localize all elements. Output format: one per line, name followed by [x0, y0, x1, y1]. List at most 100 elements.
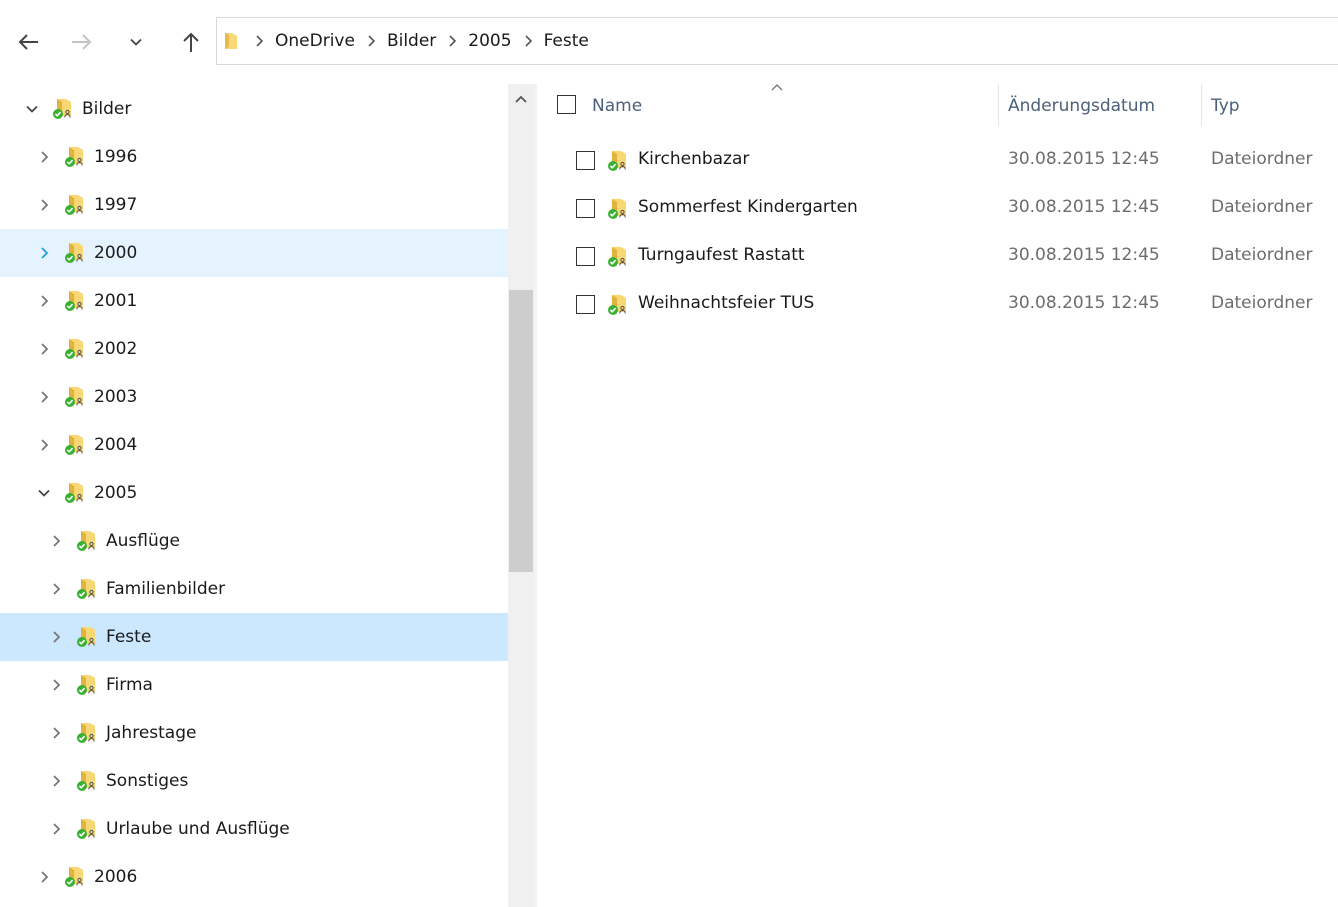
chevron-right-icon[interactable]: [253, 35, 265, 47]
chevron-right-icon[interactable]: [48, 773, 64, 789]
breadcrumb-2005[interactable]: 2005: [468, 31, 511, 51]
onedrive-shared-folder-icon: [76, 818, 98, 840]
onedrive-shared-folder-icon: [76, 578, 98, 600]
nav-item-1996[interactable]: 1996: [0, 133, 508, 181]
nav-item-2003[interactable]: 2003: [0, 373, 508, 421]
forward-button[interactable]: [67, 27, 97, 57]
chevron-right-icon[interactable]: [36, 341, 52, 357]
nav-item-sonstiges[interactable]: Sonstiges: [0, 757, 508, 805]
file-type: Dateiordner: [1211, 245, 1313, 265]
onedrive-shared-folder-icon: [64, 482, 86, 504]
nav-item-label: 2005: [94, 483, 138, 503]
nav-item-familienbilder[interactable]: Familienbilder: [0, 565, 508, 613]
nav-item-jahrestage[interactable]: Jahrestage: [0, 709, 508, 757]
chevron-right-icon[interactable]: [446, 35, 458, 47]
breadcrumb-feste[interactable]: Feste: [544, 31, 589, 51]
nav-item-2004[interactable]: 2004: [0, 421, 508, 469]
nav-item-label: Sonstiges: [106, 771, 189, 791]
file-row[interactable]: Kirchenbazar 30.08.2015 12:45 Dateiordner: [538, 136, 1338, 184]
back-button[interactable]: [13, 27, 43, 57]
onedrive-shared-folder-icon: [607, 246, 629, 268]
nav-item-urlaube-und-ausflüge[interactable]: Urlaube und Ausflüge: [0, 805, 508, 853]
nav-item-2005[interactable]: 2005: [0, 469, 508, 517]
recent-locations-button[interactable]: [121, 27, 151, 57]
select-all-checkbox[interactable]: [557, 95, 576, 114]
arrow-left-icon: [18, 34, 38, 50]
nav-item-label: Ausflüge: [106, 531, 180, 551]
nav-item-label: Bilder: [82, 99, 132, 119]
nav-item-2000[interactable]: 2000: [0, 229, 508, 277]
nav-item-bilder[interactable]: Bilder: [0, 85, 508, 133]
chevron-right-icon[interactable]: [36, 293, 52, 309]
chevron-right-icon[interactable]: [36, 197, 52, 213]
arrow-up-icon: [183, 32, 199, 52]
column-separator[interactable]: [1201, 84, 1202, 126]
chevron-right-icon[interactable]: [365, 35, 377, 47]
onedrive-shared-folder-icon: [64, 146, 86, 168]
file-type: Dateiordner: [1211, 197, 1313, 217]
onedrive-shared-folder-icon: [76, 530, 98, 552]
chevron-right-icon[interactable]: [36, 389, 52, 405]
onedrive-shared-folder-icon: [76, 722, 98, 744]
chevron-up-icon: [515, 95, 527, 103]
chevron-right-icon[interactable]: [48, 821, 64, 837]
breadcrumb-onedrive[interactable]: OneDrive: [275, 31, 355, 51]
chevron-right-icon[interactable]: [522, 35, 534, 47]
file-date: 30.08.2015 12:45: [1008, 197, 1160, 217]
chevron-right-icon[interactable]: [48, 677, 64, 693]
file-name: Weihnachtsfeier TUS: [638, 293, 815, 313]
pane-divider[interactable]: [534, 84, 537, 907]
up-button[interactable]: [176, 27, 206, 57]
onedrive-shared-folder-icon: [64, 386, 86, 408]
column-separator[interactable]: [998, 84, 999, 126]
file-row[interactable]: Weihnachtsfeier TUS 30.08.2015 12:45 Datei…: [538, 280, 1338, 328]
chevron-right-icon[interactable]: [36, 869, 52, 885]
chevron-down-icon[interactable]: [36, 485, 52, 501]
onedrive-shared-folder-icon: [76, 770, 98, 792]
nav-item-1997[interactable]: 1997: [0, 181, 508, 229]
chevron-right-icon[interactable]: [48, 581, 64, 597]
onedrive-shared-folder-icon: [64, 866, 86, 888]
onedrive-shared-folder-icon: [64, 242, 86, 264]
nav-item-label: 2003: [94, 387, 138, 407]
nav-item-label: 2006: [94, 867, 138, 887]
onedrive-shared-folder-icon: [76, 626, 98, 648]
file-row[interactable]: Sommerfest Kindergarten 30.08.2015 12:45 D…: [538, 184, 1338, 232]
nav-item-ausflüge[interactable]: Ausflüge: [0, 517, 508, 565]
file-name: Sommerfest Kindergarten: [638, 197, 858, 217]
column-header-date[interactable]: Änderungsdatum: [1008, 96, 1155, 116]
nav-item-label: Firma: [106, 675, 153, 695]
row-checkbox[interactable]: [576, 199, 595, 218]
column-header-type[interactable]: Typ: [1211, 96, 1240, 116]
chevron-right-icon[interactable]: [36, 149, 52, 165]
nav-item-firma[interactable]: Firma: [0, 661, 508, 709]
navigation-scrollbar[interactable]: [508, 84, 534, 907]
scroll-up-button[interactable]: [508, 84, 534, 114]
nav-item-2001[interactable]: 2001: [0, 277, 508, 325]
address-bar[interactable]: OneDrive Bilder 2005 Feste: [216, 17, 1338, 65]
chevron-right-icon[interactable]: [48, 725, 64, 741]
breadcrumb-bilder[interactable]: Bilder: [387, 31, 436, 51]
nav-item-feste[interactable]: Feste: [0, 613, 508, 661]
nav-item-label: 2001: [94, 291, 138, 311]
row-checkbox[interactable]: [576, 247, 595, 266]
chevron-down-icon[interactable]: [24, 101, 40, 117]
row-checkbox[interactable]: [576, 295, 595, 314]
row-checkbox[interactable]: [576, 151, 595, 170]
chevron-right-icon[interactable]: [48, 629, 64, 645]
nav-item-label: 2004: [94, 435, 138, 455]
onedrive-shared-folder-icon: [607, 198, 629, 220]
nav-item-label: 2002: [94, 339, 138, 359]
file-row[interactable]: Turngaufest Rastatt 30.08.2015 12:45 Datei…: [538, 232, 1338, 280]
chevron-right-icon[interactable]: [36, 245, 52, 261]
chevron-right-icon[interactable]: [48, 533, 64, 549]
file-type: Dateiordner: [1211, 149, 1313, 169]
scroll-thumb[interactable]: [509, 290, 533, 572]
column-header-name[interactable]: Name: [592, 96, 642, 116]
nav-item-2002[interactable]: 2002: [0, 325, 508, 373]
chevron-right-icon[interactable]: [36, 437, 52, 453]
file-name: Kirchenbazar: [638, 149, 750, 169]
sort-ascending-icon: [771, 84, 783, 91]
nav-item-2006[interactable]: 2006: [0, 853, 508, 901]
onedrive-shared-folder-icon: [76, 674, 98, 696]
